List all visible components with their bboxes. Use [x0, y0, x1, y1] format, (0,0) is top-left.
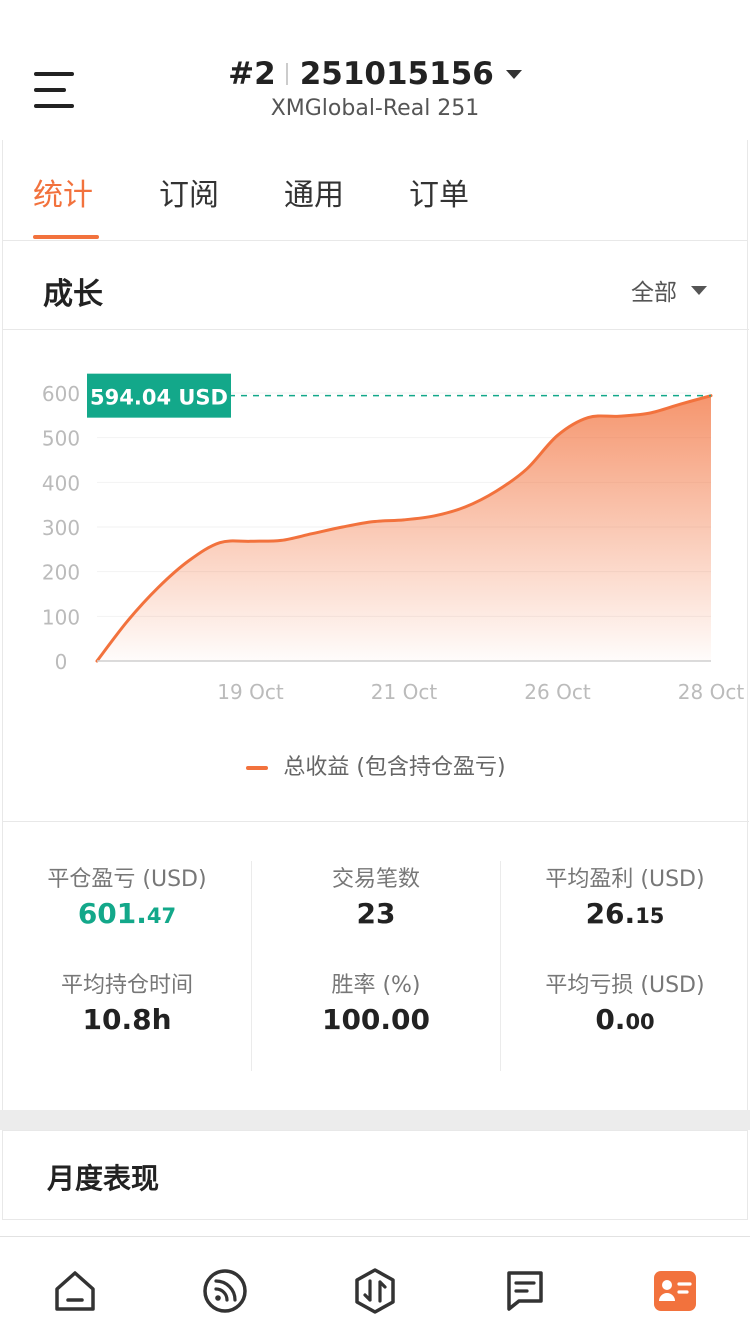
account-selector: #2 251015156 XMGlobal-Real 251 — [0, 56, 750, 121]
tab-general[interactable]: 通用 — [284, 170, 344, 214]
period-filter-dropdown[interactable]: 全部 — [631, 273, 707, 307]
closed-pl-value: 601.47 — [77, 897, 177, 930]
x-tick-label: 21 Oct — [371, 680, 438, 704]
x-tick-label: 19 Oct — [217, 680, 284, 704]
section-title: 月度表现 — [47, 1162, 160, 1195]
y-tick-label: 600 — [42, 382, 80, 406]
trade-icon[interactable] — [351, 1267, 399, 1315]
caret-down-icon — [691, 285, 707, 295]
x-tick-label: 26 Oct — [524, 680, 591, 704]
y-tick-label: 100 — [42, 605, 80, 629]
news-icon[interactable] — [501, 1267, 549, 1315]
account-card-icon[interactable] — [651, 1267, 699, 1315]
y-tick-label: 0 — [55, 650, 68, 674]
tab-subscriptions[interactable]: 订阅 — [159, 170, 219, 214]
home-icon[interactable] — [51, 1267, 99, 1315]
trades-value: 23 — [356, 897, 396, 930]
page: #2 251015156 XMGlobal-Real 251 统计 订阅 通用 … — [0, 0, 750, 1334]
active-tab-indicator — [33, 235, 99, 239]
section-title: 成长 — [43, 277, 103, 312]
divider — [3, 821, 749, 822]
caret-down-icon — [505, 69, 522, 79]
winrate-value: 100.00 — [321, 1003, 431, 1036]
legend-swatch — [246, 766, 269, 770]
monthly-performance-section[interactable]: 月度表现 — [2, 1130, 748, 1220]
avg-loss-value: 0.00 — [595, 1003, 655, 1036]
growth-chart: 0 100 200 300 400 500 600 19 Oct 21 Oct 26 Oct 28 … — [3, 331, 749, 731]
signal-feed-icon[interactable] — [201, 1267, 249, 1315]
avg-profit-value: 26.15 — [585, 897, 665, 930]
y-tick-label: 200 — [42, 561, 80, 585]
avg-hold-label: 平均持仓时间 — [60, 973, 193, 998]
growth-section: 成长 全部 0 100 200 300 400 500 600 19 Oct 21 Oct 26 … — [2, 240, 749, 1120]
avg-loss-label: 平均亏损 (USD) — [545, 973, 705, 998]
avg-hold-value: 10.8h — [82, 1003, 172, 1036]
account-switcher-button[interactable]: #2 251015156 — [228, 56, 522, 92]
tab-statistics[interactable]: 统计 — [33, 170, 93, 214]
stats-column-2: 交易笔数 23 胜率 (%) 100.00 — [252, 861, 500, 1043]
current-value-label: 594.04 USD — [90, 386, 228, 410]
section-gap — [0, 1110, 750, 1130]
winrate-label: 胜率 (%) — [331, 973, 421, 998]
x-tick-label: 28 Oct — [678, 680, 745, 704]
series-area — [97, 395, 711, 661]
chart-legend[interactable]: 总收益 (包含持仓盈亏) — [3, 749, 749, 781]
chart-svg: 0 100 200 300 400 500 600 19 Oct 21 Oct 26 Oct 28 … — [42, 373, 745, 704]
trades-label: 交易笔数 — [331, 867, 420, 892]
account-number: 251015156 — [299, 56, 494, 92]
header: #2 251015156 XMGlobal-Real 251 — [0, 0, 750, 140]
y-tick-label: 500 — [42, 427, 80, 451]
y-tick-label: 400 — [42, 471, 80, 495]
stats-grid: 平仓盈亏 (USD) 601.47 平均持仓时间 10.8h 交易笔数 23 胜… — [3, 823, 749, 1111]
separator — [285, 63, 288, 85]
tab-orders[interactable]: 订单 — [409, 170, 469, 214]
filter-label: 全部 — [631, 280, 677, 306]
legend-label: 总收益 (包含持仓盈亏) — [283, 755, 506, 780]
avg-profit-label: 平均盈利 (USD) — [545, 867, 705, 892]
account-index: #2 — [228, 56, 276, 92]
closed-pl-label: 平仓盈亏 (USD) — [47, 867, 207, 892]
y-tick-label: 300 — [42, 516, 80, 540]
stats-column-1: 平仓盈亏 (USD) 601.47 平均持仓时间 10.8h — [3, 861, 251, 1043]
stats-column-3: 平均盈利 (USD) 26.15 平均亏损 (USD) 0.00 — [501, 861, 749, 1043]
divider — [3, 329, 749, 330]
bottom-nav — [0, 1236, 750, 1334]
tab-bar: 统计 订阅 通用 订单 — [2, 140, 748, 241]
server-name: XMGlobal-Real 251 — [270, 96, 480, 121]
